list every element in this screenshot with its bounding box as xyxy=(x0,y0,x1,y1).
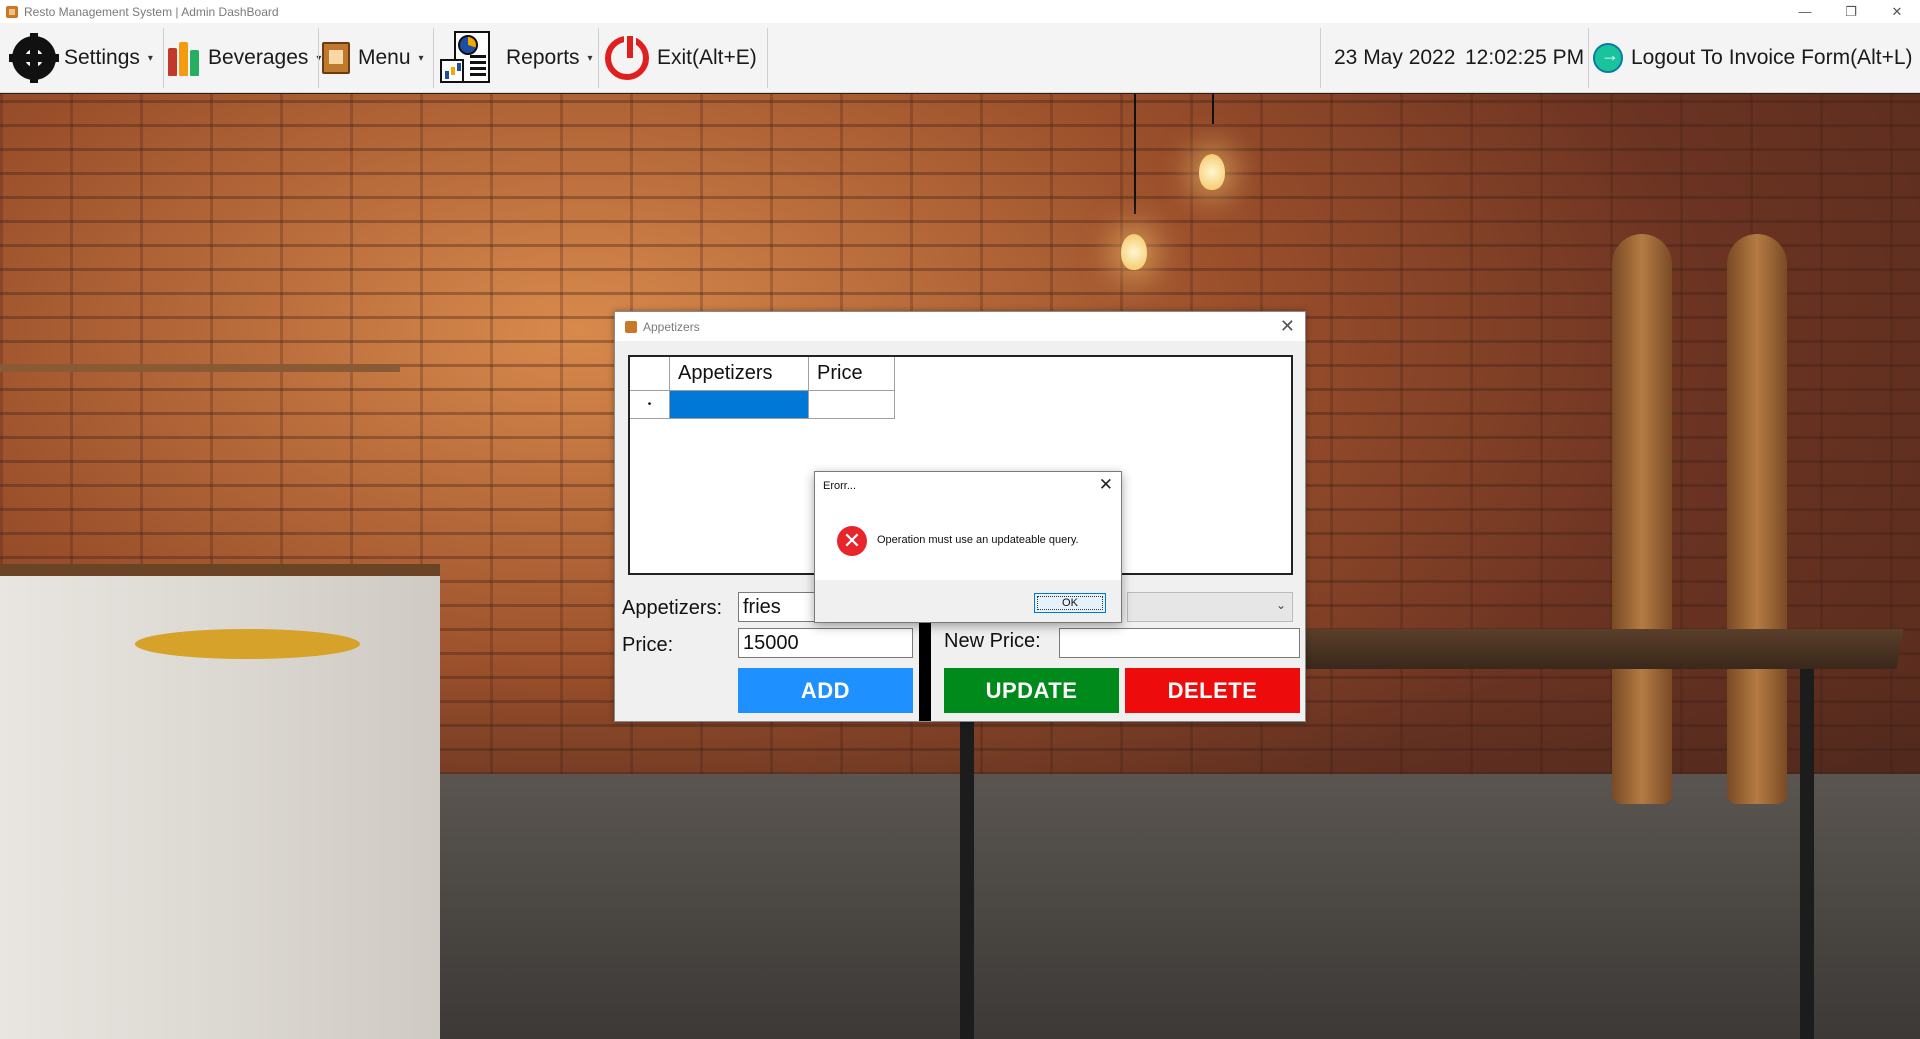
column-header-price[interactable]: Price xyxy=(809,357,895,391)
grid-header: Appetizers Price xyxy=(630,357,895,391)
main-toolbar: Settings ▾ Beverages ▾ Menu ▾ Reports ▾ … xyxy=(0,23,1920,93)
toolbar-separator xyxy=(163,28,164,88)
background-shelf xyxy=(0,364,400,372)
new-price-input[interactable] xyxy=(1059,628,1300,658)
cell-appetizer[interactable] xyxy=(670,391,809,419)
date-text: 23 May 2022 xyxy=(1334,46,1456,69)
toolbar-separator xyxy=(1588,28,1589,88)
error-dialog: Erorr... ✕ ✕ Operation must use an updat… xyxy=(814,471,1122,623)
settings-label: Settings xyxy=(64,46,140,69)
appetizer-select-dropdown[interactable]: ⌄ xyxy=(1127,592,1293,622)
logout-button[interactable]: Logout To Invoice Form(Alt+L) xyxy=(1593,23,1913,93)
logout-icon xyxy=(1593,43,1623,73)
row-header-new-row-marker[interactable]: • xyxy=(630,391,670,419)
lamp-cord xyxy=(1212,94,1214,124)
background-ski xyxy=(1612,234,1672,804)
chevron-down-icon: ▾ xyxy=(587,52,593,64)
add-button[interactable]: ADD xyxy=(738,668,913,713)
appetizers-titlebar: Appetizers ✕ xyxy=(615,312,1305,341)
grid-corner-cell[interactable] xyxy=(630,357,670,391)
update-button[interactable]: UPDATE xyxy=(944,668,1119,713)
reports-label: Reports xyxy=(506,46,580,69)
settings-menu[interactable]: Settings ▾ xyxy=(9,23,153,93)
power-icon xyxy=(605,33,649,80)
background-stool xyxy=(135,629,360,659)
error-message: Operation must use an updateable query. xyxy=(877,534,1079,546)
gear-icon xyxy=(9,33,59,83)
current-date: 23 May 2022 xyxy=(1334,23,1455,93)
table-leg xyxy=(1800,669,1814,1039)
column-header-appetizers[interactable]: Appetizers xyxy=(670,357,809,391)
beverages-menu[interactable]: Beverages ▾ xyxy=(168,23,321,93)
light-bulb xyxy=(1199,154,1225,190)
close-icon[interactable]: ✕ xyxy=(1099,475,1113,495)
report-chart-icon xyxy=(440,29,498,87)
reports-menu[interactable]: Reports ▾ xyxy=(440,23,593,93)
current-time: 12:02:25 PM xyxy=(1465,23,1584,93)
error-dialog-title: Erorr... xyxy=(823,480,857,492)
time-text: 12:02:25 PM xyxy=(1465,46,1585,69)
light-bulb xyxy=(1121,234,1147,270)
error-dialog-titlebar: Erorr... ✕ xyxy=(815,472,1121,500)
window-title: Resto Management System | Admin DashBoar… xyxy=(24,4,279,19)
new-price-label: New Price: xyxy=(944,630,1041,652)
error-dialog-body: ✕ Operation must use an updateable query… xyxy=(815,500,1121,580)
menu-menu[interactable]: Menu ▾ xyxy=(322,23,424,93)
chevron-down-icon: ⌄ xyxy=(1275,598,1286,612)
cell-price[interactable] xyxy=(809,391,895,419)
exit-label: Exit(Alt+E) xyxy=(657,46,757,69)
exit-button[interactable]: Exit(Alt+E) xyxy=(605,23,757,93)
toolbar-separator xyxy=(598,28,599,88)
app-icon xyxy=(625,320,637,333)
beverages-label: Beverages xyxy=(208,46,309,69)
toolbar-separator xyxy=(318,28,319,88)
lamp-cord xyxy=(1134,94,1136,214)
window-controls: — ❐ ✕ xyxy=(1782,0,1920,23)
toolbar-separator xyxy=(1320,28,1321,88)
table-row[interactable]: • xyxy=(630,391,895,419)
restore-button[interactable]: ❐ xyxy=(1828,0,1874,23)
window-titlebar: Resto Management System | Admin DashBoar… xyxy=(0,0,1920,23)
ok-button[interactable]: OK xyxy=(1034,593,1106,613)
logout-label: Logout To Invoice Form(Alt+L) xyxy=(1631,46,1913,69)
appetizers-window-title: Appetizers xyxy=(643,319,700,334)
beverages-icon xyxy=(168,40,200,76)
error-icon: ✕ xyxy=(837,526,867,556)
price-label: Price: xyxy=(622,634,674,656)
window-close-button[interactable]: ✕ xyxy=(1874,0,1920,23)
minimize-button[interactable]: — xyxy=(1782,0,1828,23)
toolbar-separator xyxy=(767,28,768,88)
delete-button[interactable]: DELETE xyxy=(1125,668,1300,713)
table-leg xyxy=(960,669,974,1039)
toolbar-separator xyxy=(433,28,434,88)
menu-label: Menu xyxy=(358,46,411,69)
background-ski xyxy=(1727,234,1787,804)
close-icon[interactable]: ✕ xyxy=(1280,316,1295,337)
app-icon xyxy=(6,5,18,18)
menu-board-icon xyxy=(322,42,350,74)
price-input[interactable] xyxy=(738,628,913,658)
appetizers-label: Appetizers: xyxy=(622,597,723,619)
chevron-down-icon: ▾ xyxy=(418,52,424,64)
chevron-down-icon: ▾ xyxy=(147,52,153,64)
